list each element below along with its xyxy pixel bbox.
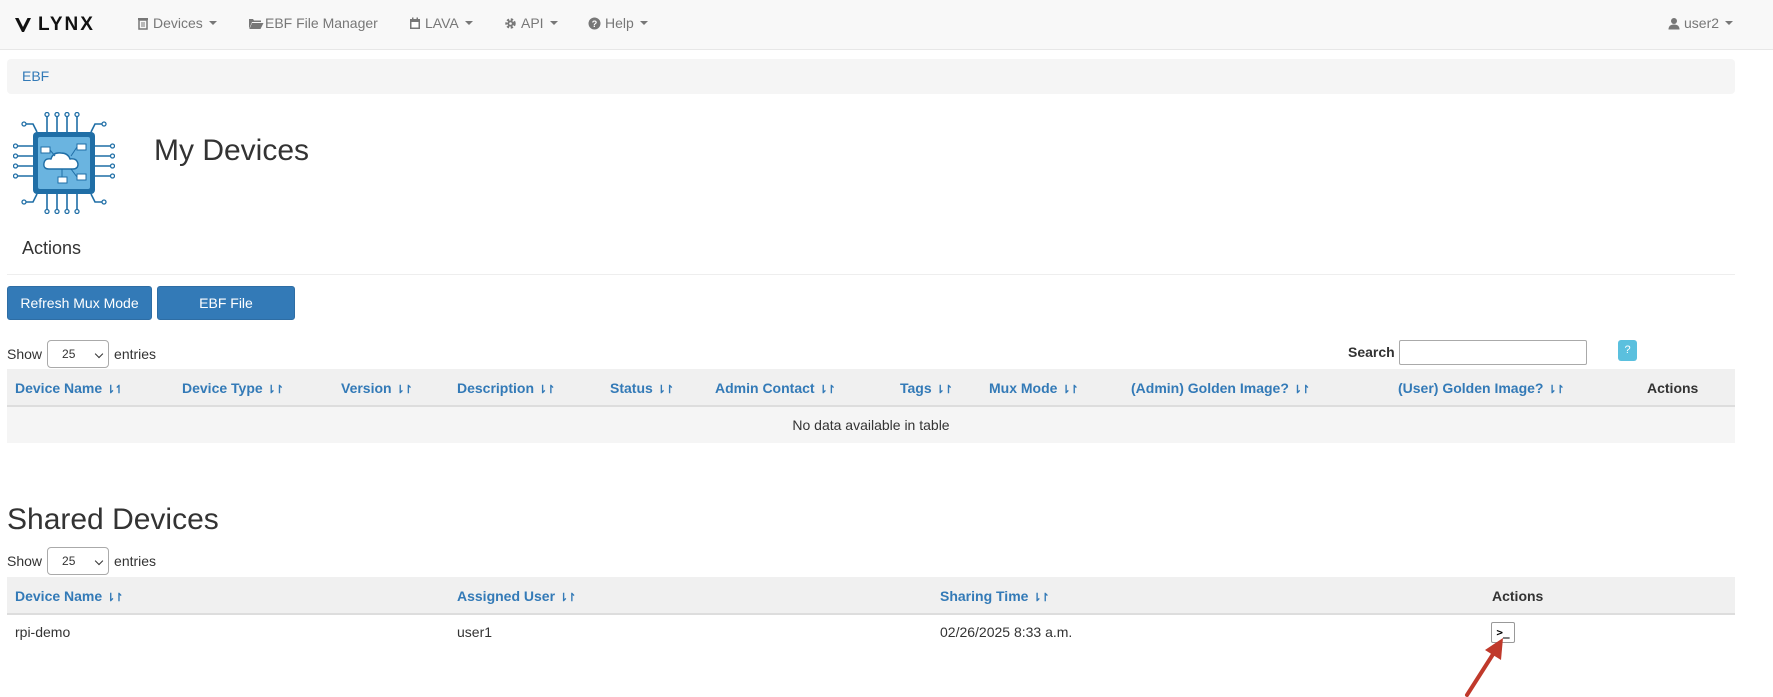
column-header-device-name[interactable]: Device Name ⇂↿ [15,380,124,396]
breadcrumb: EBF [7,59,1735,94]
nav-devices[interactable]: Devices [137,15,217,31]
shared-devices-title: Shared Devices [7,503,219,536]
column-header-assigned-user[interactable]: Assigned User ⇂↾ [457,588,577,604]
caret-down-icon [1725,21,1734,25]
cell-device-name: rpi-demo [15,624,71,640]
sort-icon: ⇂↾ [935,384,953,396]
sort-icon: ⇂↾ [266,384,284,396]
actions-heading: Actions [22,238,82,258]
chip-cloud-icon [13,112,115,214]
gear-icon [504,17,517,30]
column-header-device-name[interactable]: Device Name ⇂↾ [15,588,124,604]
user-icon [1668,17,1680,30]
column-header-status[interactable]: Status ⇂↾ [610,380,674,396]
my-devices-length-control: Show 25 entries [7,340,156,368]
shared-devices-table-header: Device Name ⇂↾ Assigned User ⇂↾ Sharing Ti… [7,577,1735,615]
question-circle-icon: ? [588,17,601,30]
sort-icon: ⇂↾ [1032,592,1049,604]
chevron-down-icon [94,349,104,359]
sort-icon: ⇂↾ [656,384,674,396]
column-header-admin-golden-image[interactable]: (Admin) Golden Image? ⇂↾ [1131,380,1310,396]
column-header-sharing-time[interactable]: Sharing Time ⇂↾ [940,588,1050,604]
refresh-mux-mode-button[interactable]: Refresh Mux Mode [7,286,152,320]
search-input[interactable] [1399,340,1587,365]
caret-down-icon [639,21,648,25]
page-length-select[interactable]: 25 [47,547,110,575]
nav-devices-label: Devices [153,15,203,31]
shared-devices-length-control: Show 25 entries [7,547,156,575]
sort-icon: ⇂↾ [1292,384,1310,396]
folder-open-icon [248,17,264,30]
sort-icon: ⇂↾ [1547,384,1564,396]
page-title: My Devices [154,134,310,167]
annotation-arrow-icon [1465,638,1503,697]
caret-down-icon [208,21,217,25]
nav-api-label: API [521,15,544,31]
sort-icon: ⇂↾ [395,384,413,396]
show-label: Show [7,346,43,362]
breadcrumb-ebf-link[interactable]: EBF [22,68,49,84]
calendar-icon [409,17,421,30]
chevron-down-icon [94,556,104,566]
column-header-tags[interactable]: Tags ⇂↾ [900,380,953,396]
column-header-device-type[interactable]: Device Type ⇂↾ [182,380,284,396]
sort-icon: ⇂↾ [559,592,576,604]
nav-ebf-label: EBF File Manager [265,15,378,31]
nav-lava[interactable]: LAVA [409,15,473,31]
column-header-admin-contact[interactable]: Admin Contact ⇂↾ [715,380,836,396]
ebf-file-manager-button[interactable]: EBF File Manager [157,286,295,343]
trash-icon [137,17,149,30]
column-header-actions: Actions [1647,380,1699,396]
search-label: Search [1348,344,1395,360]
sort-icon: ⇂↾ [538,384,555,396]
nav-user-menu[interactable]: user2 [1668,15,1734,31]
sort-icon: ⇂↾ [106,592,123,604]
table-empty-row: No data available in table [7,407,1735,443]
caret-down-icon [549,21,558,25]
show-label: Show [7,553,43,569]
lynx-logo-icon [15,18,31,32]
cell-sharing-time: 02/26/2025 8:33 a.m. [940,624,1073,640]
nav-ebf-file-manager[interactable]: EBF File Manager [248,15,378,31]
column-header-mux-mode[interactable]: Mux Mode ⇂↾ [989,380,1079,396]
my-devices-table-header: Device Name ⇂↿ Device Type ⇂↾ Version ⇂↾ De… [7,369,1735,407]
column-header-actions: Actions [1492,588,1544,604]
navbar: LYNX Devices EBF File Manager LAVA API ?… [0,0,1773,50]
brand-text: LYNX [38,14,95,35]
column-header-description[interactable]: Description ⇂↾ [457,380,555,396]
nav-help-label: Help [605,15,634,31]
sort-asc-icon: ⇂↿ [106,384,123,396]
entries-label: entries [114,553,157,569]
sort-icon: ⇂↾ [1061,384,1078,396]
page-length-value: 25 [62,347,76,361]
nav-user-label: user2 [1684,15,1720,31]
nav-api[interactable]: API [504,15,558,31]
caret-down-icon [464,21,473,25]
nav-lava-label: LAVA [425,15,459,31]
page-length-select[interactable]: 25 [47,340,110,368]
brand-logo[interactable]: LYNX [14,12,95,38]
help-button[interactable]: ? [1618,340,1637,361]
entries-label: entries [114,346,157,362]
page-length-value: 25 [62,554,76,568]
divider [7,274,1735,275]
svg-text:?: ? [592,19,598,29]
nav-help[interactable]: ? Help [588,15,648,31]
column-header-version[interactable]: Version ⇂↾ [341,380,413,396]
column-header-user-golden-image[interactable]: (User) Golden Image? ⇂↾ [1398,380,1565,396]
cell-assigned-user: user1 [457,624,493,640]
sort-icon: ⇂↾ [818,384,836,396]
